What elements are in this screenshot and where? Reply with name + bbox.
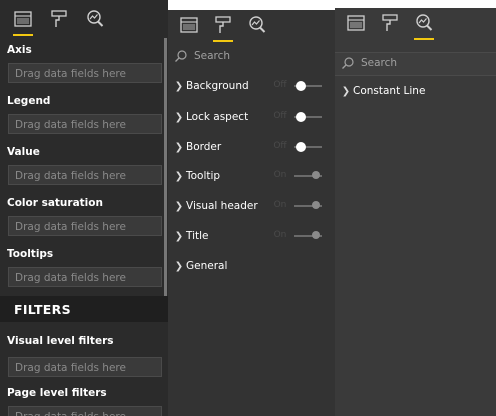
pane-tab-bar: [168, 10, 335, 42]
toggle-switch[interactable]: [296, 142, 306, 152]
format-row-label: Tooltip: [186, 170, 221, 182]
toggle-state-label: On: [273, 200, 287, 210]
chevron-right-icon: ❯: [341, 85, 351, 97]
paint-roller-icon: [51, 10, 67, 27]
chevron-right-icon: ❯: [174, 111, 184, 123]
format-row-label: Border: [186, 141, 222, 153]
toggle-state-label: On: [273, 170, 287, 180]
well-title-value: Value: [7, 146, 40, 158]
format-row-label: Background: [186, 80, 249, 92]
visual-level-filters-drop[interactable]: Drag data fields here: [8, 357, 162, 377]
chevron-right-icon: ❯: [174, 230, 184, 242]
format-row-background[interactable]: ❯ Background Off: [168, 76, 335, 96]
toggle-state-label: Off: [273, 80, 287, 90]
toggle-switch[interactable]: [296, 112, 306, 122]
format-row-general[interactable]: ❯ General: [168, 256, 335, 276]
chevron-right-icon: ❯: [174, 141, 184, 153]
chevron-right-icon: ❯: [174, 260, 184, 272]
search-icon: [342, 57, 354, 69]
visual-level-filters-title: Visual level filters: [7, 335, 114, 347]
analytics-magnifier-icon: [87, 10, 104, 27]
page-level-filters-drop[interactable]: Drag data fields here: [8, 406, 162, 416]
well-drop-axis[interactable]: Drag data fields here: [8, 63, 162, 83]
search-placeholder: Search: [361, 57, 398, 69]
search-placeholder: Search: [194, 50, 231, 62]
well-title-color-saturation: Color saturation: [7, 197, 103, 209]
format-tab[interactable]: [379, 12, 401, 34]
well-drop-tooltips[interactable]: Drag data fields here: [8, 267, 162, 287]
filters-heading: FILTERS: [14, 302, 71, 317]
well-title-legend: Legend: [7, 95, 51, 107]
pane-tab-bar: [335, 8, 496, 40]
toggle-state-label: Off: [273, 141, 287, 151]
chevron-right-icon: ❯: [174, 80, 184, 92]
toggle-switch[interactable]: [296, 81, 306, 91]
format-row-label: Title: [186, 230, 209, 242]
format-row-lock-aspect[interactable]: ❯ Lock aspect Off: [168, 107, 335, 127]
search-icon: [175, 50, 187, 62]
paint-roller-icon: [215, 16, 231, 33]
analytics-tab[interactable]: [84, 8, 106, 30]
format-row-label: Lock aspect: [186, 111, 249, 123]
format-row-label: Visual header: [186, 200, 258, 212]
well-title-axis: Axis: [7, 44, 32, 56]
format-row-title[interactable]: ❯ Title On: [168, 226, 335, 246]
fields-pane: Axis Drag data fields here Legend Drag d…: [0, 0, 168, 416]
well-drop-legend[interactable]: Drag data fields here: [8, 114, 162, 134]
analytics-tab[interactable]: [413, 12, 435, 40]
analytics-tab[interactable]: [246, 14, 268, 36]
format-row-tooltip[interactable]: ❯ Tooltip On: [168, 166, 335, 186]
analytics-magnifier-icon: [249, 16, 266, 33]
fields-well-icon: [347, 15, 365, 31]
well-drop-value[interactable]: Drag data fields here: [8, 165, 162, 185]
analytics-search[interactable]: Search: [335, 51, 496, 75]
pane-tab-bar: [0, 0, 168, 38]
well-title-tooltips: Tooltips: [7, 248, 54, 260]
format-tab[interactable]: [48, 8, 70, 30]
toggle-switch[interactable]: [312, 171, 320, 179]
format-tab[interactable]: [212, 14, 234, 42]
format-row-visual-header[interactable]: ❯ Visual header On: [168, 196, 335, 216]
toggle-switch[interactable]: [312, 231, 320, 239]
analytics-row-constant-line[interactable]: ❯ Constant Line: [335, 81, 496, 101]
format-row-label: General: [186, 260, 228, 272]
fields-well-icon: [180, 17, 198, 33]
page-level-filters-title: Page level filters: [7, 387, 107, 399]
fields-tab[interactable]: [12, 8, 34, 36]
format-search[interactable]: Search: [168, 44, 335, 68]
well-drop-color-saturation[interactable]: Drag data fields here: [8, 216, 162, 236]
analytics-pane: Search ❯ Constant Line: [335, 8, 496, 416]
toggle-switch[interactable]: [312, 201, 320, 209]
chevron-right-icon: ❯: [174, 200, 184, 212]
analytics-row-label: Constant Line: [353, 85, 426, 97]
fields-tab[interactable]: [178, 14, 200, 36]
toggle-state-label: Off: [273, 111, 287, 121]
format-row-border[interactable]: ❯ Border Off: [168, 137, 335, 157]
toggle-state-label: On: [273, 230, 287, 240]
paint-roller-icon: [382, 14, 398, 31]
format-pane: Search ❯ Background Off ❯ Lock aspect Of…: [168, 10, 335, 416]
analytics-magnifier-icon: [416, 14, 433, 31]
fields-tab[interactable]: [345, 12, 367, 34]
fields-scrollbar[interactable]: [164, 38, 167, 308]
chevron-right-icon: ❯: [174, 170, 184, 182]
fields-well-icon: [14, 11, 32, 27]
